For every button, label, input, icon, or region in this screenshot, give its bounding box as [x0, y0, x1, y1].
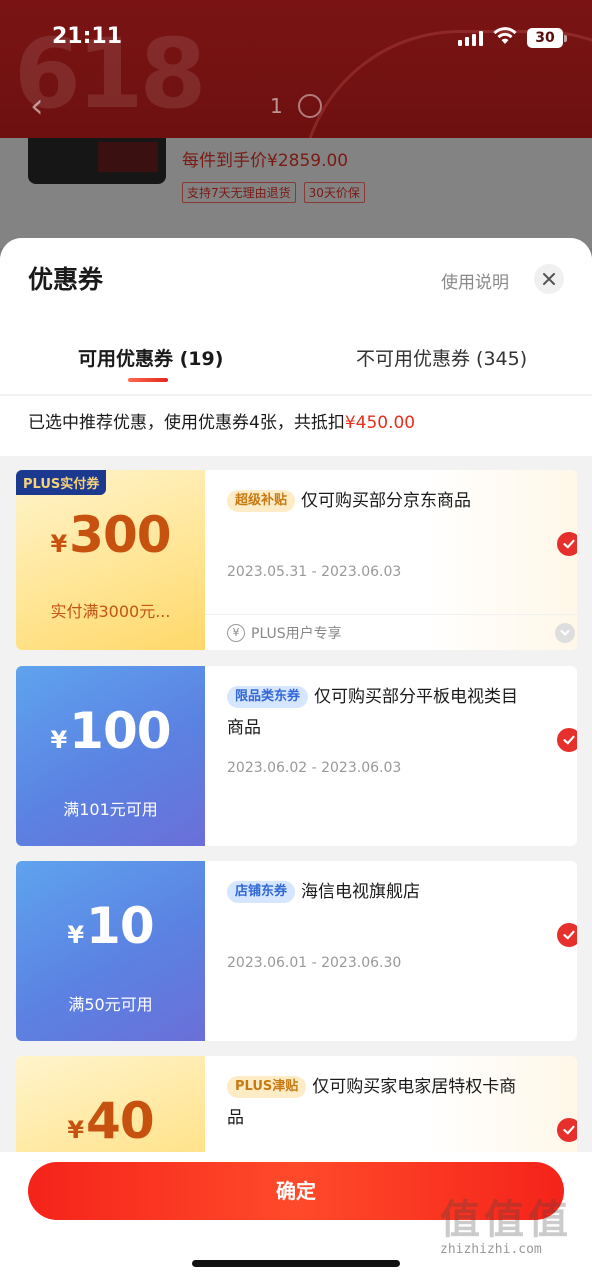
sheet-header: 优惠券 使用说明 可用优惠券 (19) 不可用优惠券 (345)	[0, 238, 592, 394]
coupon-amount: ¥10	[16, 897, 205, 955]
selected-check-icon[interactable]	[557, 923, 577, 947]
back-arrow-icon[interactable]: ‹	[30, 86, 44, 126]
watermark-logo: 值值值	[440, 1197, 572, 1243]
coupon-details: 超级补贴 仅可购买部分京东商品 2023.05.31 - 2023.06.03 ¥…	[205, 470, 577, 650]
coupon-value-panel: ¥10 满50元可用	[16, 861, 205, 1041]
sheet-title: 优惠券	[28, 265, 104, 294]
yen-circle-icon: ¥	[227, 624, 245, 642]
coupon-tag: 限品类东券	[227, 686, 309, 708]
coupon-title: 店铺东券 海信电视旗舰店	[227, 877, 527, 908]
currency-symbol: ¥	[67, 921, 85, 949]
coupon-tabs: 可用优惠券 (19) 不可用优惠券 (345)	[0, 338, 592, 394]
coupon-card[interactable]: ¥100 满101元可用 限品类东券 仅可购买部分平板电视类目商品 2023.06…	[16, 666, 577, 846]
coupon-amount: ¥100	[16, 702, 205, 760]
coupon-tag: PLUS津贴	[227, 1076, 307, 1098]
selection-summary: 已选中推荐优惠，使用优惠券4张，共抵扣¥450.00	[0, 396, 592, 456]
close-button[interactable]	[534, 264, 564, 294]
selected-check-icon[interactable]	[557, 532, 577, 556]
coupon-scope: 仅可购买部分京东商品	[301, 491, 472, 511]
status-bar: 21:11 30	[0, 0, 592, 76]
bottom-action-bar: 确定 值值值 zhizhizhi.com	[0, 1152, 592, 1280]
plus-footer: ¥ PLUS用户专享	[205, 614, 577, 650]
coupon-amount: ¥40	[16, 1092, 205, 1150]
service-tags: 支持7天无理由退货 30天价保	[182, 182, 365, 203]
discount-total: ¥450.00	[344, 413, 416, 433]
coupon-title: 超级补贴 仅可购买部分京东商品	[227, 486, 527, 517]
coupon-amount: ¥300	[16, 506, 205, 564]
coupon-card[interactable]: PLUS实付券 ¥300 实付满3000元... 超级补贴 仅可购买部分京东商品 …	[16, 470, 577, 650]
usage-instructions-link[interactable]: 使用说明	[441, 268, 509, 293]
coupon-details: 店铺东券 海信电视旗舰店 2023.06.01 - 2023.06.30	[205, 861, 577, 1041]
coupon-value-panel: ¥100 满101元可用	[16, 666, 205, 846]
currency-symbol: ¥	[50, 726, 68, 754]
currency-symbol: ¥	[50, 530, 68, 558]
image-counter: 1	[270, 94, 283, 118]
chevron-down-icon[interactable]	[555, 623, 575, 643]
coupon-value: 10	[86, 897, 155, 955]
coupon-details: 限品类东券 仅可购买部分平板电视类目商品 2023.06.02 - 2023.06…	[205, 666, 577, 846]
clock: 21:11	[52, 24, 123, 49]
coupon-card[interactable]: ¥10 满50元可用 店铺东券 海信电视旗舰店 2023.06.01 - 2023…	[16, 861, 577, 1041]
plus-exclusive-label: PLUS用户专享	[251, 626, 342, 642]
product-summary: 每件到手价¥2859.00 支持7天无理由退货 30天价保	[0, 138, 592, 248]
service-tag: 支持7天无理由退货	[182, 182, 296, 203]
watermark-url: zhizhizhi.com	[440, 1242, 542, 1257]
coupon-tag: 店铺东券	[227, 881, 296, 903]
battery-icon: 30	[527, 28, 567, 48]
site-watermark: 值值值 zhizhizhi.com	[440, 1198, 586, 1257]
cellular-signal-icon	[458, 30, 483, 46]
product-thumbnail	[28, 138, 166, 184]
coupon-value-panel: PLUS实付券 ¥300 实付满3000元...	[16, 470, 205, 650]
coupon-tag: 超级补贴	[227, 490, 296, 512]
wifi-icon	[493, 27, 517, 44]
service-tag: 30天价保	[303, 182, 365, 203]
coupon-validity: 2023.06.01 - 2023.06.30	[227, 955, 402, 971]
coupon-condition: 满50元可用	[68, 995, 153, 1014]
summary-text: 已选中推荐优惠，使用优惠券4张，共抵扣	[28, 413, 345, 433]
tab-unavailable[interactable]: 不可用优惠券 (345)	[356, 344, 527, 371]
coupon-scope: 海信电视旗舰店	[301, 882, 421, 902]
coupon-validity: 2023.05.31 - 2023.06.03	[227, 564, 402, 580]
product-price: 每件到手价¥2859.00	[182, 151, 349, 171]
coupon-condition: 实付满3000元...	[50, 602, 171, 621]
currency-symbol: ¥	[67, 1116, 85, 1144]
coupon-value: 300	[69, 506, 171, 564]
coupon-value: 100	[69, 702, 171, 760]
active-tab-indicator	[128, 378, 168, 382]
home-indicator[interactable]	[192, 1260, 400, 1267]
tab-available[interactable]: 可用优惠券 (19)	[78, 344, 223, 371]
coupon-validity: 2023.06.02 - 2023.06.03	[227, 760, 402, 776]
location-icon	[298, 94, 322, 118]
close-icon	[543, 273, 555, 285]
coupon-title: 限品类东券 仅可购买部分平板电视类目商品	[227, 682, 527, 744]
coupon-title: PLUS津贴 仅可购买家电家居特权卡商品	[227, 1072, 527, 1134]
plus-badge: PLUS实付券	[16, 470, 107, 495]
selected-check-icon[interactable]	[557, 1118, 577, 1142]
coupon-condition: 满101元可用	[63, 800, 158, 819]
coupon-value: 40	[86, 1092, 155, 1150]
coupon-sheet: 优惠券 使用说明 可用优惠券 (19) 不可用优惠券 (345) 已选中推荐优惠…	[0, 238, 592, 1280]
selected-check-icon[interactable]	[557, 728, 577, 752]
